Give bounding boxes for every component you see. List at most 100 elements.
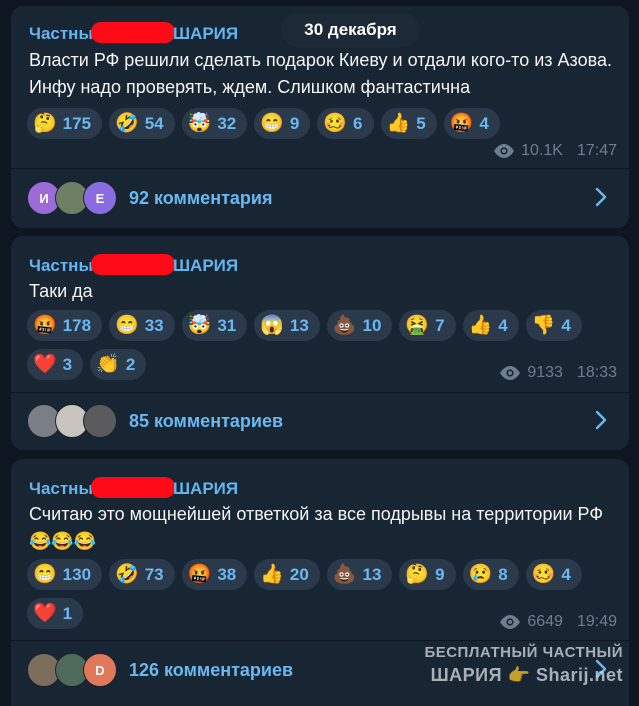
- reaction-chip[interactable]: 👎 4: [525, 310, 582, 341]
- redaction-bar: [90, 477, 175, 498]
- eye-icon: [494, 144, 515, 158]
- reaction-emoji: 😁: [115, 315, 139, 336]
- eye-icon: [500, 615, 521, 629]
- reaction-chip[interactable]: 💩 10: [326, 310, 393, 341]
- view-count: 6649: [527, 613, 563, 630]
- reaction-chip[interactable]: 🤬 38: [181, 559, 248, 590]
- reaction-emoji: 🤔: [33, 113, 57, 134]
- reaction-emoji: 🥴: [531, 564, 556, 585]
- reaction-row: 🤬 178 😁 33 🤯 31 😱 13 💩 10 🤮 7 👍 4 👎 4: [27, 310, 582, 341]
- commenter-avatars: ИE: [27, 181, 123, 215]
- reaction-chip[interactable]: 💩 13: [326, 559, 393, 590]
- reaction-count: 20: [289, 564, 309, 584]
- channel-name-end: ШАРИЯ: [172, 24, 239, 43]
- reaction-chip[interactable]: 🤮 7: [399, 310, 456, 341]
- eye-icon: [500, 366, 521, 380]
- channel-post: Частны ШАРИЯ Таки да 🤬 178 😁 33 🤯 31 😱 13 💩 10 🤮 7 👍 4…: [11, 236, 629, 450]
- post-time: 18:33: [576, 364, 617, 381]
- comments-count: 126 комментариев: [129, 659, 294, 680]
- reaction-chip[interactable]: 👍 20: [254, 559, 320, 590]
- channel-name[interactable]: Частны ШАРИЯ: [29, 22, 238, 44]
- reaction-chip[interactable]: 👏 2: [90, 349, 147, 380]
- reaction-count: 175: [62, 113, 92, 133]
- channel-name-end: ШАРИЯ: [172, 256, 239, 275]
- reaction-emoji: 🤔: [405, 564, 430, 585]
- reaction-count: 10: [362, 315, 382, 335]
- post-text: Считаю это мощнейшей ответкой за все под…: [29, 504, 604, 551]
- reaction-chip[interactable]: 🤔 175: [27, 108, 103, 139]
- post-time: 19:49: [576, 613, 617, 630]
- reaction-chip[interactable]: 🤬 4: [443, 108, 500, 139]
- reaction-count: 9: [435, 564, 445, 584]
- reaction-emoji: ❤️: [33, 603, 57, 624]
- reaction-chip[interactable]: 😱 13: [254, 310, 320, 341]
- redaction-bar: [90, 22, 175, 43]
- reaction-count: 1: [62, 603, 73, 623]
- reaction-count: 4: [561, 564, 571, 584]
- reaction-emoji: 😁: [260, 113, 284, 134]
- reaction-emoji: 👍: [386, 113, 411, 134]
- reaction-chip[interactable]: 😁 33: [109, 310, 175, 341]
- reaction-count: 6: [353, 113, 363, 133]
- reaction-chip[interactable]: 🥴 4: [525, 559, 582, 590]
- watermark-line-2: ШАРИЯ 👉 Sharij.net: [430, 665, 623, 685]
- reaction-emoji: 💩: [332, 564, 357, 585]
- view-count: 9133: [527, 364, 563, 381]
- reaction-chip[interactable]: 😁 9: [254, 108, 311, 139]
- reaction-row: 🤔 175 🤣 54 🤯 32 😁 9 🥴 6 👍 5 🤬 4: [27, 108, 500, 139]
- reaction-count: 7: [435, 315, 445, 335]
- reaction-chip[interactable]: 🥴 6: [317, 108, 374, 139]
- reaction-chip[interactable]: 🤬 178: [27, 310, 103, 341]
- date-pill: 30 декабря: [281, 13, 420, 47]
- reaction-count: 13: [362, 564, 382, 584]
- avatar: E: [83, 181, 117, 215]
- reaction-emoji: 🤬: [449, 113, 474, 134]
- reaction-chip[interactable]: 👍 5: [380, 108, 437, 139]
- reaction-chip[interactable]: 🤯 32: [181, 108, 248, 139]
- comments-count: 85 комментариев: [129, 410, 284, 431]
- reaction-emoji: 😱: [260, 315, 284, 336]
- reaction-emoji: 🤣: [115, 564, 139, 585]
- channel-name-end: ШАРИЯ: [172, 479, 239, 498]
- reaction-chip[interactable]: 🤯 31: [181, 310, 248, 341]
- reaction-emoji: 🤬: [33, 315, 57, 336]
- reaction-emoji: 👎: [531, 315, 556, 336]
- post-meta: 9133 18:33: [499, 364, 617, 382]
- reaction-emoji: 💩: [332, 315, 357, 336]
- chevron-right-icon[interactable]: [595, 410, 607, 430]
- reaction-count: 4: [498, 315, 508, 335]
- comments-button[interactable]: ИE 92 комментария: [27, 178, 613, 218]
- reaction-chip[interactable]: 😢 8: [462, 559, 519, 590]
- reaction-count: 3: [62, 354, 73, 374]
- reaction-chip[interactable]: ❤️ 3: [27, 349, 84, 380]
- reaction-count: 73: [144, 564, 164, 584]
- reaction-count: 178: [62, 315, 92, 335]
- reaction-emoji: 🤯: [187, 113, 212, 134]
- post-text: Власти РФ решили сделать подарок Киеву и…: [29, 50, 612, 97]
- reaction-count: 32: [217, 113, 237, 133]
- redaction-bar: [90, 254, 175, 275]
- watermark-line-1: БЕСПЛАТНЫЙ ЧАСТНЫЙ: [424, 644, 623, 661]
- reaction-chip[interactable]: 🤔 9: [399, 559, 456, 590]
- reaction-count: 13: [289, 315, 309, 335]
- watermark: БЕСПЛАТНЫЙ ЧАСТНЫЙ ШАРИЯ 👉 Sharij.net: [424, 642, 623, 686]
- reaction-emoji: 😢: [468, 564, 493, 585]
- reaction-count: 31: [217, 315, 237, 335]
- comments-count: 92 комментария: [129, 187, 273, 208]
- comments-button[interactable]: 85 комментариев: [27, 401, 613, 441]
- reaction-emoji: 🤮: [405, 315, 430, 336]
- post-time: 17:47: [576, 142, 617, 159]
- post-meta: 10.1K 17:47: [493, 142, 617, 160]
- divider: [11, 392, 629, 393]
- reaction-chip[interactable]: 🤣 73: [109, 559, 175, 590]
- commenter-avatars: [27, 404, 123, 438]
- reaction-chip[interactable]: ❤️ 1: [27, 598, 84, 629]
- channel-name[interactable]: Частны ШАРИЯ: [29, 477, 238, 499]
- chevron-right-icon[interactable]: [595, 187, 607, 207]
- post-meta: 6649 19:49: [499, 613, 617, 631]
- reaction-chip[interactable]: 😁 130: [27, 559, 103, 590]
- reaction-chip[interactable]: 🤣 54: [109, 108, 175, 139]
- channel-name[interactable]: Частны ШАРИЯ: [29, 254, 238, 276]
- reaction-count: 54: [144, 113, 164, 133]
- reaction-chip[interactable]: 👍 4: [462, 310, 519, 341]
